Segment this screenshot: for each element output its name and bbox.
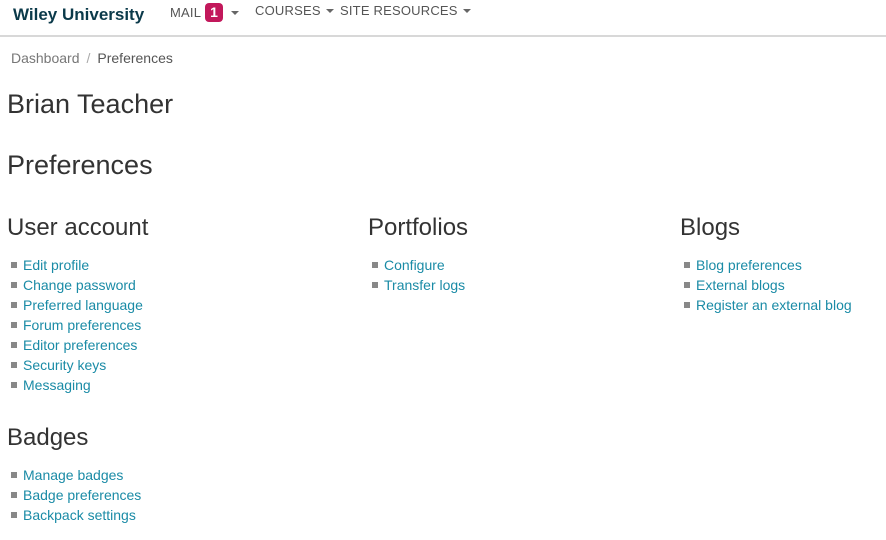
section-badges: Badges Manage badges Badge preferences B… [7, 424, 141, 523]
list-item: Edit profile [11, 255, 143, 275]
square-bullet-icon [11, 492, 17, 499]
square-bullet-icon [11, 282, 17, 289]
square-bullet-icon [11, 302, 17, 309]
mail-count-badge: 1 [205, 3, 224, 22]
site-resources-menu[interactable]: SITE RESOURCES [340, 3, 471, 18]
site-resources-menu-label: SITE RESOURCES [340, 3, 458, 18]
list-item: Editor preferences [11, 335, 143, 355]
square-bullet-icon [11, 322, 17, 329]
section-blogs: Blogs Blog preferences External blogs Re… [680, 214, 852, 313]
chevron-down-icon [231, 10, 240, 15]
list-item: Configure [372, 255, 465, 275]
courses-menu[interactable]: COURSES [255, 3, 334, 18]
link-list: Configure Transfer logs [372, 255, 465, 295]
list-item: External blogs [684, 275, 852, 295]
security-keys-link[interactable]: Security keys [23, 357, 106, 373]
breadcrumb-dashboard[interactable]: Dashboard [11, 50, 80, 66]
list-item: Backpack settings [11, 505, 141, 525]
list-item: Forum preferences [11, 315, 143, 335]
list-item: Blog preferences [684, 255, 852, 275]
change-password-link[interactable]: Change password [23, 277, 136, 293]
badge-preferences-link[interactable]: Badge preferences [23, 487, 141, 503]
mail-menu-label: MAIL [170, 5, 202, 20]
square-bullet-icon [11, 362, 17, 369]
editor-preferences-link[interactable]: Editor preferences [23, 337, 137, 353]
list-item: Badge preferences [11, 485, 141, 505]
square-bullet-icon [372, 282, 378, 289]
list-item: Register an external blog [684, 295, 852, 315]
link-list: Edit profile Change password Preferred l… [11, 255, 143, 395]
courses-menu-label: COURSES [255, 3, 321, 18]
section-title: Portfolios [368, 214, 469, 241]
manage-badges-link[interactable]: Manage badges [23, 467, 123, 483]
edit-profile-link[interactable]: Edit profile [23, 257, 89, 273]
chevron-down-icon [462, 8, 471, 13]
configure-link[interactable]: Configure [384, 257, 445, 273]
external-blogs-link[interactable]: External blogs [696, 277, 785, 293]
preferred-language-link[interactable]: Preferred language [23, 297, 143, 313]
brand-link[interactable]: Wiley University [13, 5, 144, 25]
breadcrumb-separator: / [86, 50, 91, 66]
section-user-account: User account Edit profile Change passwor… [7, 214, 149, 393]
breadcrumb: Dashboard / Preferences [11, 50, 173, 66]
forum-preferences-link[interactable]: Forum preferences [23, 317, 141, 333]
square-bullet-icon [11, 342, 17, 349]
register-external-blog-link[interactable]: Register an external blog [696, 297, 852, 313]
section-title: Blogs [680, 214, 741, 241]
user-name-heading: Brian Teacher [7, 89, 174, 119]
section-title: User account [7, 214, 149, 241]
list-item: Change password [11, 275, 143, 295]
square-bullet-icon [684, 302, 690, 309]
list-item: Security keys [11, 355, 143, 375]
page-title: Preferences [7, 150, 153, 180]
transfer-logs-link[interactable]: Transfer logs [384, 277, 465, 293]
blog-preferences-link[interactable]: Blog preferences [696, 257, 802, 273]
square-bullet-icon [11, 262, 17, 269]
backpack-settings-link[interactable]: Backpack settings [23, 507, 136, 523]
square-bullet-icon [11, 512, 17, 519]
list-item: Transfer logs [372, 275, 465, 295]
messaging-link[interactable]: Messaging [23, 377, 91, 393]
list-item: Messaging [11, 375, 143, 395]
breadcrumb-current: Preferences [97, 50, 173, 66]
top-navbar: Wiley University MAIL 1 COURSES SITE RES… [0, 0, 886, 37]
list-item: Preferred language [11, 295, 143, 315]
section-portfolios: Portfolios Configure Transfer logs [368, 214, 469, 293]
square-bullet-icon [684, 282, 690, 289]
chevron-down-icon [325, 8, 334, 13]
square-bullet-icon [372, 262, 378, 269]
link-list: Manage badges Badge preferences Backpack… [11, 465, 141, 525]
mail-menu[interactable]: MAIL 1 [170, 3, 240, 22]
square-bullet-icon [11, 472, 17, 479]
section-title: Badges [7, 424, 89, 451]
square-bullet-icon [11, 382, 17, 389]
link-list: Blog preferences External blogs Register… [684, 255, 852, 315]
square-bullet-icon [684, 262, 690, 269]
list-item: Manage badges [11, 465, 141, 485]
